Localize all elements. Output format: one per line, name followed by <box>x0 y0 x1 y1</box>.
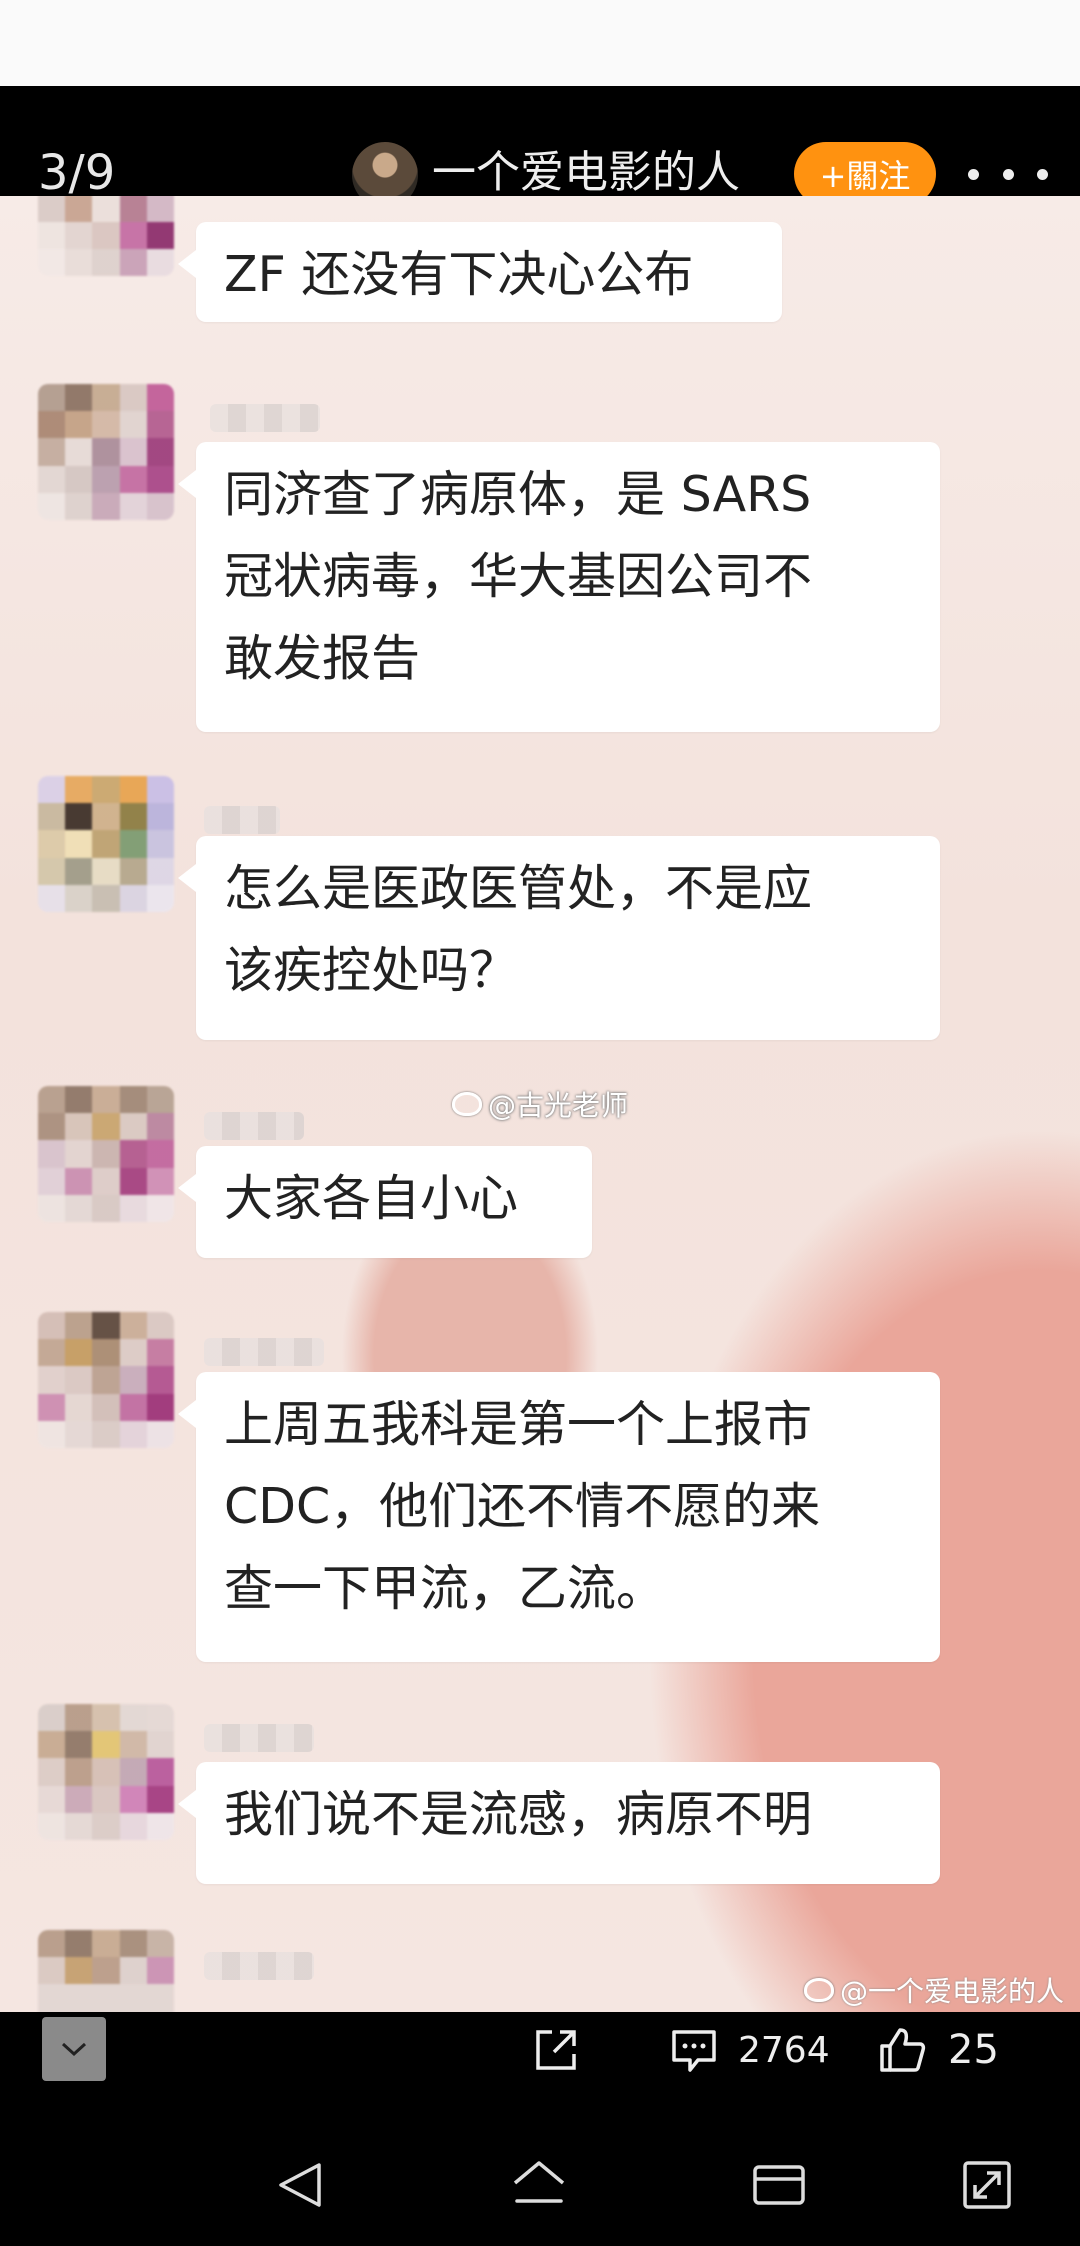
share-icon <box>536 2030 576 2070</box>
chat-avatar <box>38 1930 174 2012</box>
back-icon <box>279 2163 321 2207</box>
chat-sender-name <box>204 1112 304 1140</box>
comment-button[interactable]: 2764 <box>668 2022 830 2078</box>
chat-sender-name <box>210 404 320 432</box>
chat-bubble: 大家各自小心 <box>178 1146 592 1258</box>
image-viewer[interactable]: ZF 还没有下决心公布 同济查了病原体，是 SARS 冠状病毒，华大基因公司不 … <box>0 196 1080 2012</box>
chat-bubble: 上周五我科是第一个上报市 CDC，他们还不情不愿的来 查一下甲流，乙流。 <box>178 1372 940 1662</box>
chevron-down-icon <box>61 2042 87 2057</box>
fullscreen-button[interactable] <box>952 2150 1022 2220</box>
watermark: @一个爱电影的人 <box>804 1970 1064 2010</box>
status-strip <box>0 0 1080 86</box>
chat-avatar <box>38 1086 174 1222</box>
weibo-logo-icon <box>452 1092 482 1116</box>
chat-avatar <box>38 384 174 520</box>
more-options-icon[interactable] <box>968 146 1048 202</box>
bottom-action-bar: 2764 25 <box>0 2012 1080 2124</box>
chat-sender-name <box>204 1952 314 1980</box>
top-bar: 3/9 一个爱电影的人 +關注 <box>0 86 1080 208</box>
back-button[interactable] <box>266 2150 336 2220</box>
chat-avatar <box>38 1312 174 1448</box>
chat-bubble: 同济查了病原体，是 SARS 冠状病毒，华大基因公司不 敢发报告 <box>178 442 940 732</box>
watermark-text: @古光老师 <box>488 1089 629 1122</box>
comment-icon <box>672 2030 716 2072</box>
watermark: @古光老师 <box>452 1084 628 1124</box>
chat-avatar <box>38 196 174 276</box>
recents-icon <box>753 2165 805 2205</box>
author-name[interactable]: 一个爱电影的人 <box>432 148 740 198</box>
chat-avatar <box>38 1704 174 1840</box>
like-button[interactable]: 25 <box>876 2022 999 2078</box>
share-button[interactable] <box>530 2022 582 2078</box>
chat-sender-name <box>204 1338 324 1366</box>
collapse-button[interactable] <box>42 2017 106 2081</box>
chat-bubble: ZF 还没有下决心公布 <box>178 222 782 322</box>
home-button[interactable] <box>504 2150 574 2220</box>
comment-count: 2764 <box>738 2029 830 2071</box>
home-icon <box>513 2161 565 2203</box>
watermark-text: @一个爱电影的人 <box>840 1975 1065 2008</box>
page-counter: 3/9 <box>38 145 116 201</box>
recents-button[interactable] <box>744 2150 814 2220</box>
chat-avatar <box>38 776 174 912</box>
chat-sender-name <box>204 806 280 834</box>
fullscreen-icon <box>963 2161 1011 2209</box>
like-count: 25 <box>948 2027 999 2073</box>
system-nav-bar <box>0 2124 1080 2246</box>
chat-bubble: 我们说不是流感，病原不明 <box>178 1762 940 1884</box>
chat-bubble: 怎么是医政医管处，不是应 该疾控处吗？ <box>178 836 940 1040</box>
like-icon <box>880 2028 926 2072</box>
chat-sender-name <box>204 1724 314 1752</box>
weibo-logo-icon <box>804 1978 834 2002</box>
